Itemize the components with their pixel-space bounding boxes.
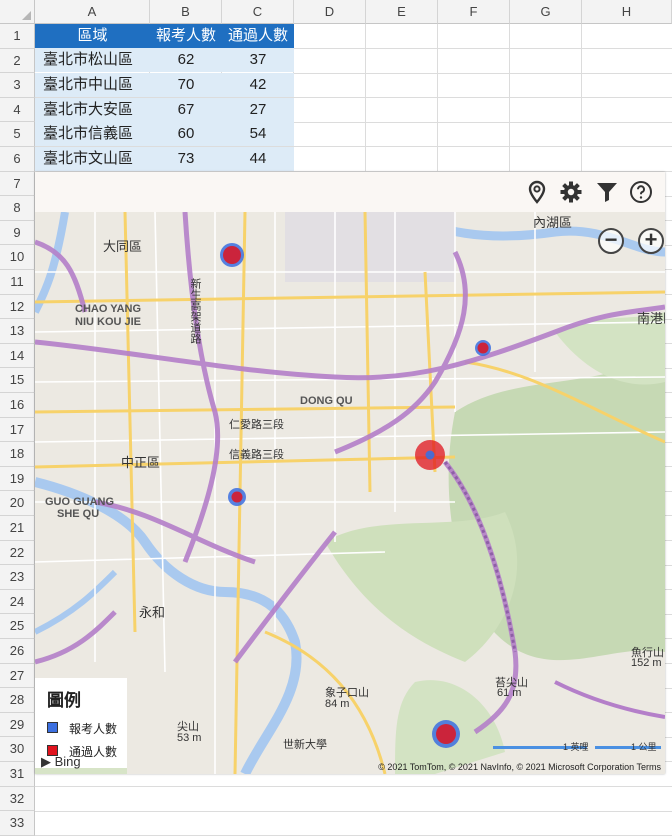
gear-icon[interactable] (559, 180, 583, 204)
bing-logo: ▶ Bing (41, 754, 81, 769)
bubble-zhongshan[interactable] (220, 243, 244, 267)
row-header[interactable]: 30 (0, 737, 35, 762)
bubble-daan[interactable] (228, 488, 246, 506)
row-header[interactable]: 10 (0, 245, 35, 270)
row-header[interactable]: 28 (0, 688, 35, 713)
location-pin-icon[interactable] (525, 180, 549, 204)
table-cell[interactable]: 臺北市信義區 (35, 122, 150, 146)
scale-label-km: 1 公里 (631, 742, 657, 752)
row-header[interactable]: 3 (0, 73, 35, 98)
select-all-corner[interactable] (0, 0, 35, 24)
zoom-in-button[interactable]: + (638, 228, 664, 254)
row-header[interactable]: 8 (0, 196, 35, 221)
table-cell[interactable]: 臺北市中山區 (35, 73, 150, 97)
column-header-f[interactable]: F (438, 0, 510, 24)
grid-row-line (35, 786, 672, 787)
table-cell[interactable]: 27 (222, 98, 294, 122)
row-header[interactable]: 22 (0, 540, 35, 566)
grid-row-line (35, 810, 672, 812)
row-header[interactable]: 23 (0, 565, 35, 590)
column-header-e[interactable]: E (366, 0, 438, 24)
row-header[interactable]: 21 (0, 516, 35, 541)
bubble-wenshan[interactable] (432, 720, 460, 748)
bing-logo-text: Bing (54, 754, 81, 769)
row-header[interactable]: 6 (0, 147, 35, 172)
row-header[interactable]: 9 (0, 220, 35, 246)
row-header[interactable]: 17 (0, 417, 35, 443)
column-header-d[interactable]: D (294, 0, 366, 24)
row-header[interactable]: 13 (0, 319, 35, 344)
row-header[interactable]: 20 (0, 491, 35, 516)
map-copyright[interactable]: © 2021 TomTom, © 2021 NavInfo, © 2021 Mi… (378, 762, 661, 772)
row-header[interactable]: 16 (0, 393, 35, 418)
row-header[interactable]: 5 (0, 122, 35, 147)
bubble-layer (220, 243, 491, 748)
column-header-h[interactable]: H (582, 0, 672, 24)
row-header[interactable]: 15 (0, 368, 35, 393)
row-header[interactable]: 18 (0, 442, 35, 467)
map-canvas[interactable]: 內湖區 大同區 CHAO YANG NIU KOU JIE 南港區 DONG Q… (35, 212, 665, 774)
row-header[interactable]: 29 (0, 712, 35, 738)
table-cell[interactable]: 37 (222, 48, 294, 72)
row-header[interactable]: 12 (0, 294, 35, 320)
table-cell[interactable]: 67 (150, 98, 222, 122)
table-header-applicants[interactable]: 報考人數 (150, 24, 222, 48)
table-cell[interactable]: 臺北市文山區 (35, 147, 150, 171)
table-header-passed[interactable]: 通過人數 (222, 24, 294, 48)
help-icon[interactable] (629, 180, 653, 204)
column-header-a[interactable]: A (35, 0, 150, 24)
row-header[interactable]: 27 (0, 663, 35, 689)
column-header-b[interactable]: B (150, 0, 222, 24)
row-header[interactable]: 11 (0, 270, 35, 295)
table-cell[interactable]: 54 (222, 122, 294, 146)
table-cell[interactable]: 60 (150, 122, 222, 146)
legend-title: 圖例 (47, 691, 81, 710)
legend-label-applicants: 報考人數 (69, 722, 118, 736)
table-cell[interactable]: 42 (222, 73, 294, 97)
table-header-region[interactable]: 區域 (35, 24, 150, 48)
column-header-c[interactable]: C (222, 0, 294, 24)
row-header[interactable]: 32 (0, 786, 35, 812)
row-header[interactable]: 7 (0, 171, 35, 197)
scale-label-miles: 1 英哩 (563, 742, 589, 752)
map-chart[interactable]: 內湖區 大同區 CHAO YANG NIU KOU JIE 南港區 DONG Q… (35, 172, 665, 774)
legend-swatch-applicants (47, 722, 58, 733)
filter-icon[interactable] (595, 180, 619, 204)
row-header[interactable]: 1 (0, 24, 35, 49)
row-header[interactable]: 4 (0, 97, 35, 123)
table-cell[interactable]: 44 (222, 147, 294, 171)
zoom-out-button[interactable]: − (598, 228, 624, 254)
table-cell[interactable]: 62 (150, 48, 222, 72)
map-toolbar (35, 172, 665, 212)
column-header-g[interactable]: G (510, 0, 582, 24)
table-cell[interactable]: 臺北市大安區 (35, 98, 150, 122)
row-header[interactable]: 2 (0, 48, 35, 74)
table-cell[interactable]: 臺北市松山區 (35, 48, 150, 72)
row-header[interactable]: 14 (0, 343, 35, 369)
row-header[interactable]: 26 (0, 639, 35, 664)
table-cell[interactable]: 73 (150, 147, 222, 171)
bubble-songshan[interactable] (475, 340, 491, 356)
bubble-xinyi[interactable] (415, 440, 445, 470)
table-cell[interactable]: 70 (150, 73, 222, 97)
row-header[interactable]: 33 (0, 811, 35, 836)
row-header[interactable]: 25 (0, 614, 35, 639)
row-header[interactable]: 19 (0, 466, 35, 492)
row-header[interactable]: 24 (0, 589, 35, 615)
row-header[interactable]: 31 (0, 762, 35, 787)
